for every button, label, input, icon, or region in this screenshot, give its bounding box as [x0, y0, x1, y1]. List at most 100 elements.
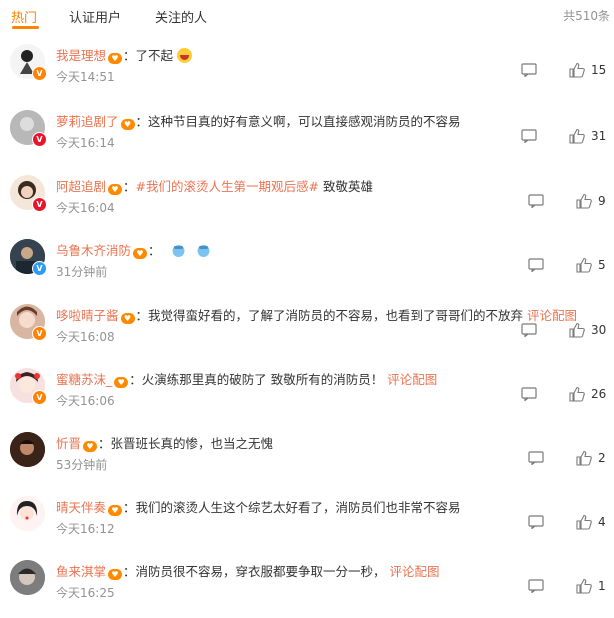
thumbs-up-icon [569, 322, 585, 338]
tab-followed[interactable]: 关注的人 [155, 7, 207, 26]
like-count: 4 [598, 515, 606, 529]
fan-badge-icon: ♥ [120, 313, 135, 324]
comment-colon: ： [135, 114, 149, 129]
reply-icon[interactable] [521, 387, 537, 401]
comment-time: 今天16:25 [56, 586, 115, 600]
like-count: 15 [591, 63, 607, 77]
comment-body: 乌鲁木齐消防 ♥： [56, 240, 211, 259]
comment-colon: ： [148, 243, 161, 258]
avatar[interactable]: V [10, 239, 47, 276]
avatar[interactable]: V [10, 175, 47, 212]
like-count: 30 [591, 323, 607, 337]
verified-badge-icon: V [32, 390, 47, 405]
thumbs-up-icon [569, 62, 585, 78]
like-count: 26 [591, 387, 607, 401]
comment-item: 忻晋 ♥ ：张晋班长真的惨，也当之无愧 53分钟前 2 [0, 428, 614, 490]
comment-item: 鱼来淇掌 ♥ ：消防员很不容易，穿衣服都要争取一分一秒， 评论配图 今天16:25 … [0, 556, 614, 618]
comment-image-link[interactable]: 评论配图 [390, 564, 440, 579]
comment-colon: ： [98, 436, 111, 451]
avatar[interactable] [10, 560, 45, 595]
thumbs-up-icon [576, 578, 592, 594]
avatar[interactable]: V [10, 368, 47, 405]
comment-item: V 乌鲁木齐消防 ♥： 31分钟前 5 [0, 235, 614, 297]
comment-tabs: 热门 认证用户 关注的人 共510条 [0, 0, 614, 32]
comment-username[interactable]: 蜜糖苏沫_ [56, 372, 112, 387]
reply-icon[interactable] [528, 194, 544, 208]
fan-badge-icon: ♥ [114, 377, 129, 388]
comment-colon: ： [123, 564, 136, 579]
comment-item: V 我是理想 ♥ ：了不起 今天14:51 15 [0, 40, 614, 102]
comment-item: 晴天伴奏 ♥ ：我们的滚烫人生这个综艺太好看了，消防员们也非常不容易 今天16:12… [0, 492, 614, 554]
like-count: 9 [598, 194, 606, 208]
comment-text: 这种节目真的好有意义啊，可以直接感观消防员的不容易 [148, 114, 461, 129]
like-count: 5 [598, 258, 606, 272]
comment-username[interactable]: 哆啦晴子酱 [56, 308, 119, 323]
comment-time: 53分钟前 [56, 458, 108, 472]
comment-text: 张晋班长真的惨，也当之无愧 [110, 436, 274, 451]
comment-username[interactable]: 我是理想 [56, 48, 106, 63]
thumbs-up-icon [576, 193, 592, 209]
comment-body: 晴天伴奏 ♥ ：我们的滚烫人生这个综艺太好看了，消防员们也非常不容易 [56, 497, 461, 516]
comment-text: 消防员很不容易，穿衣服都要争取一分一秒， [135, 564, 390, 579]
comment-text: 了不起 [135, 48, 174, 63]
like-count: 2 [598, 451, 606, 465]
fan-badge-icon: ♥ [108, 53, 123, 64]
comment-image-link[interactable]: 评论配图 [527, 308, 577, 323]
comment-body: 我是理想 ♥ ：了不起 [56, 45, 193, 64]
like-count: 31 [591, 129, 607, 143]
comment-body: 蜜糖苏沫_ ♥ ：火演练那里真的破防了 致敬所有的消防员！ 评论配图 [56, 369, 437, 388]
fan-badge-icon: ♥ [108, 569, 123, 580]
comment-text: 我觉得蛮好看的，了解了消防员的不容易，也看到了哥哥们的不放弃 [148, 308, 528, 323]
reply-icon[interactable] [528, 451, 544, 465]
avatar[interactable]: V [10, 304, 47, 341]
verified-badge-icon: V [32, 197, 47, 212]
topic-link[interactable]: #我们的滚烫人生第一期观后感# [136, 179, 319, 194]
avatar[interactable]: V [10, 44, 47, 81]
comment-body: 忻晋 ♥ ：张晋班长真的惨，也当之无愧 [56, 433, 273, 452]
firefighter-emoji-icon [172, 245, 185, 257]
comment-item: V 阿超追剧 ♥ ：#我们的滚烫人生第一期观后感# 致敬英雄 今天16:04 9 [0, 171, 614, 233]
comment-colon: ： [129, 372, 142, 387]
reply-icon[interactable] [528, 579, 544, 593]
like-count: 1 [598, 579, 606, 593]
comment-time: 今天14:51 [56, 70, 115, 84]
avatar[interactable] [10, 432, 45, 467]
comment-text: 火演练那里真的破防了 致敬所有的消防员！ [141, 372, 388, 387]
comment-time: 31分钟前 [56, 265, 108, 279]
comment-item: V 哆啦晴子酱 ♥ ：我觉得蛮好看的，了解了消防员的不容易，也看到了哥哥们的不放弃 … [0, 300, 614, 362]
tab-hot[interactable]: 热门 [11, 7, 37, 26]
verified-badge-icon: V [32, 326, 47, 341]
comment-username[interactable]: 萝莉追剧了 [56, 114, 119, 129]
avatar[interactable]: V [10, 110, 47, 147]
comment-body: 阿超追剧 ♥ ：#我们的滚烫人生第一期观后感# 致敬英雄 [56, 176, 373, 195]
comment-text: 我们的滚烫人生这个综艺太好看了，消防员们也非常不容易 [135, 500, 461, 515]
comment-time: 今天16:04 [56, 201, 115, 215]
thumbs-up-icon [569, 128, 585, 144]
comment-colon: ： [123, 500, 136, 515]
comment-username[interactable]: 阿超追剧 [56, 179, 106, 194]
tab-verified-users[interactable]: 认证用户 [69, 7, 121, 26]
reply-icon[interactable] [528, 258, 544, 272]
reply-icon[interactable] [521, 63, 537, 77]
reply-icon[interactable] [528, 515, 544, 529]
avatar[interactable] [10, 496, 45, 531]
comment-time: 今天16:06 [56, 394, 115, 408]
comment-colon: ： [123, 48, 136, 63]
comment-username[interactable]: 乌鲁木齐消防 [56, 243, 131, 258]
thumbs-up-icon [576, 514, 592, 530]
comment-text: 致敬英雄 [318, 179, 373, 194]
thumbs-up-icon [569, 386, 585, 402]
thumbs-up-icon [576, 450, 592, 466]
comment-username[interactable]: 晴天伴奏 [56, 500, 106, 515]
comment-image-link[interactable]: 评论配图 [387, 372, 437, 387]
comment-time: 今天16:08 [56, 330, 115, 344]
comment-body: 哆啦晴子酱 ♥ ：我觉得蛮好看的，了解了消防员的不容易，也看到了哥哥们的不放弃 评论… [56, 305, 577, 324]
reply-icon[interactable] [521, 129, 537, 143]
fan-badge-icon: ♥ [120, 119, 135, 130]
thumbs-up-icon [576, 257, 592, 273]
laughing-emoji-icon [177, 48, 193, 63]
comment-username[interactable]: 忻晋 [56, 436, 81, 451]
reply-icon[interactable] [521, 323, 537, 337]
active-tab-indicator [12, 26, 39, 29]
comment-username[interactable]: 鱼来淇掌 [56, 564, 106, 579]
